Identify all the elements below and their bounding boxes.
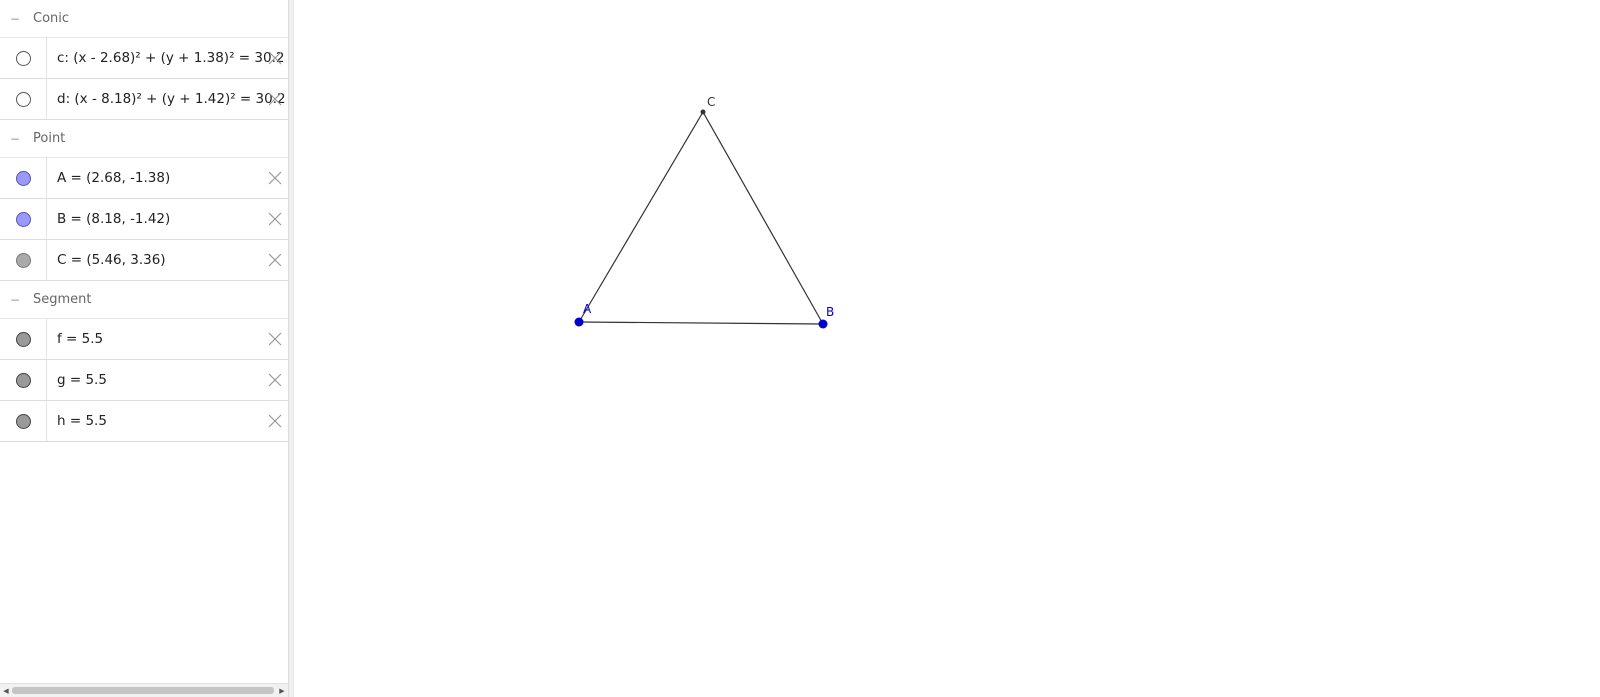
point-label-A: A — [583, 302, 592, 316]
marble-icon[interactable] — [15, 50, 31, 66]
algebra-expression[interactable]: C = (5.46, 3.36) — [57, 252, 285, 268]
collapse-icon[interactable]: − — [10, 132, 20, 146]
algebra-item-d[interactable]: d: (x - 8.18)² + (y + 1.42)² = 30.25 — [0, 79, 288, 120]
algebra-item-h[interactable]: h = 5.5 — [0, 401, 288, 442]
visibility-toggle[interactable] — [0, 79, 47, 119]
graphics-view[interactable]: A B C — [294, 0, 1600, 697]
marble-icon[interactable] — [15, 211, 31, 227]
group-label: Segment — [33, 292, 92, 307]
collapse-icon[interactable]: − — [10, 293, 20, 307]
marble-icon[interactable] — [15, 331, 31, 347]
point-label-C: C — [707, 95, 715, 109]
point-C[interactable] — [700, 109, 706, 115]
horizontal-scrollbar[interactable]: ◀ ▶ — [0, 683, 288, 697]
algebra-item-C[interactable]: C = (5.46, 3.36) — [0, 240, 288, 281]
point-label-B: B — [826, 305, 834, 319]
point-B[interactable] — [818, 319, 828, 329]
algebra-item-f[interactable]: f = 5.5 — [0, 319, 288, 360]
algebra-expression[interactable]: g = 5.5 — [57, 372, 285, 388]
algebra-expression[interactable]: d: (x - 8.18)² + (y + 1.42)² = 30.25 — [57, 91, 285, 107]
segment-f[interactable] — [578, 321, 824, 325]
algebra-expression[interactable]: c: (x - 2.68)² + (y + 1.38)² = 30.25 — [57, 50, 285, 66]
point-A[interactable] — [574, 317, 584, 327]
visibility-toggle[interactable] — [0, 199, 47, 239]
group-header-point[interactable]: − Point — [0, 120, 288, 158]
visibility-toggle[interactable] — [0, 240, 47, 280]
segment-h[interactable] — [578, 111, 704, 323]
algebra-item-c[interactable]: c: (x - 2.68)² + (y + 1.38)² = 30.25 — [0, 38, 288, 79]
group-label: Point — [33, 131, 66, 146]
close-icon[interactable] — [266, 210, 284, 228]
close-icon[interactable] — [266, 412, 284, 430]
visibility-toggle[interactable] — [0, 401, 47, 441]
algebra-item-g[interactable]: g = 5.5 — [0, 360, 288, 401]
visibility-toggle[interactable] — [0, 360, 47, 400]
marble-icon[interactable] — [15, 170, 31, 186]
algebra-expression[interactable]: A = (2.68, -1.38) — [57, 170, 285, 186]
group-header-conic[interactable]: − Conic — [0, 0, 288, 38]
algebra-item-A[interactable]: A = (2.68, -1.38) — [0, 158, 288, 199]
close-icon[interactable] — [266, 371, 284, 389]
visibility-toggle[interactable] — [0, 319, 47, 359]
scroll-left-icon[interactable]: ◀ — [0, 685, 12, 697]
algebra-item-B[interactable]: B = (8.18, -1.42) — [0, 199, 288, 240]
marble-icon[interactable] — [15, 413, 31, 429]
algebra-expression[interactable]: B = (8.18, -1.42) — [57, 211, 285, 227]
group-header-segment[interactable]: − Segment — [0, 281, 288, 319]
algebra-view: − Conic c: (x - 2.68)² + (y + 1.38)² = 3… — [0, 0, 288, 697]
marble-icon[interactable] — [15, 91, 31, 107]
scrollbar-thumb[interactable] — [12, 687, 274, 694]
visibility-toggle[interactable] — [0, 158, 47, 198]
close-icon[interactable] — [266, 169, 284, 187]
collapse-icon[interactable]: − — [10, 12, 20, 26]
marble-icon[interactable] — [15, 372, 31, 388]
marble-icon[interactable] — [15, 252, 31, 268]
algebra-expression[interactable]: f = 5.5 — [57, 331, 285, 347]
segment-g[interactable] — [702, 111, 824, 325]
algebra-expression[interactable]: h = 5.5 — [57, 413, 285, 429]
visibility-toggle[interactable] — [0, 38, 47, 78]
close-icon[interactable] — [266, 49, 284, 67]
close-icon[interactable] — [266, 330, 284, 348]
group-label: Conic — [33, 11, 70, 26]
close-icon[interactable] — [266, 90, 284, 108]
scroll-right-icon[interactable]: ▶ — [276, 685, 288, 697]
close-icon[interactable] — [266, 251, 284, 269]
